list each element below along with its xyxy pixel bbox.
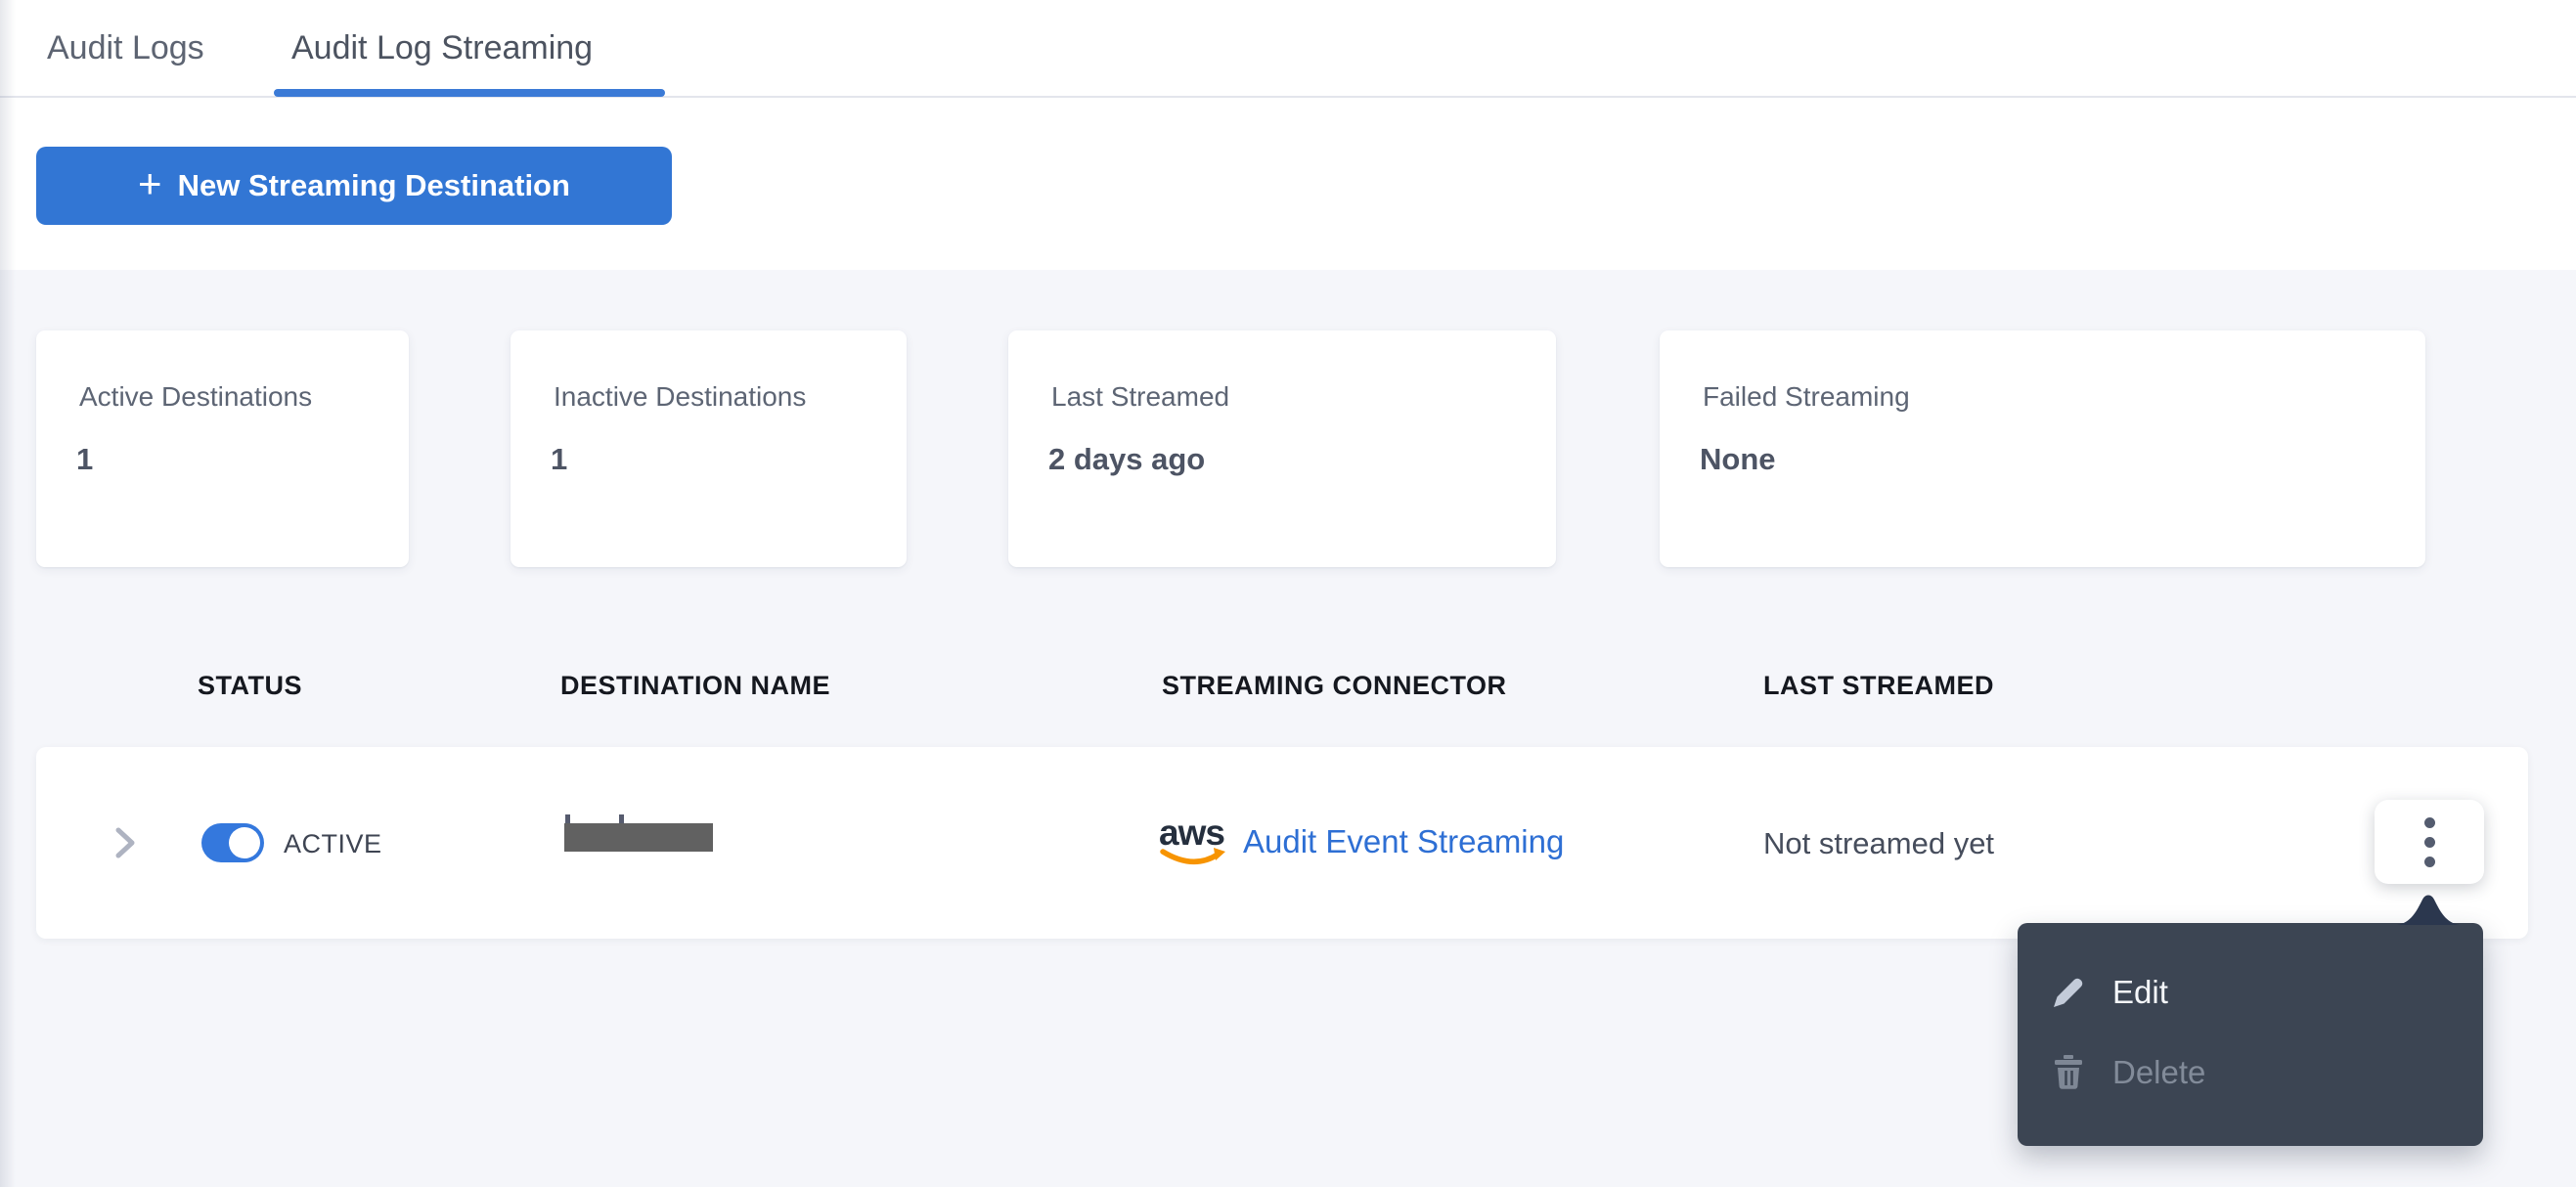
kebab-dot (2423, 836, 2435, 848)
stat-value: 2 days ago (1048, 442, 1206, 476)
menu-item-label: Delete (2112, 1054, 2206, 1090)
stat-value: None (1700, 442, 1776, 476)
status-badge: ACTIVE (284, 829, 382, 858)
tab-audit-log-streaming[interactable]: Audit Log Streaming (291, 0, 593, 96)
expand-row-chevron-icon[interactable] (112, 823, 138, 862)
stat-card-failed-streaming: Failed Streaming None (1660, 330, 2425, 567)
stat-value: 1 (76, 442, 94, 476)
new-streaming-destination-button[interactable]: + New Streaming Destination (36, 147, 672, 225)
tab-audit-logs[interactable]: Audit Logs (47, 0, 204, 96)
table-header: STATUS DESTINATION NAME STREAMING CONNEC… (0, 671, 2576, 704)
row-context-menu: Edit Delete (2018, 923, 2483, 1146)
trash-icon (2051, 1055, 2086, 1090)
aws-logo-icon: aws (1159, 815, 1225, 864)
stat-card-last-streamed: Last Streamed 2 days ago (1008, 330, 1556, 567)
column-header-last-streamed: LAST STREAMED (1763, 671, 1994, 700)
row-actions-kebab-button[interactable] (2375, 800, 2484, 884)
stat-card-inactive-destinations: Inactive Destinations 1 (511, 330, 907, 567)
menu-item-label: Edit (2112, 974, 2168, 1010)
audit-log-streaming-page: Audit Logs Audit Log Streaming + New Str… (0, 0, 2576, 1187)
column-header-destination-name: DESTINATION NAME (560, 671, 830, 700)
stat-label: Last Streamed (1051, 381, 1230, 412)
svg-text:aws: aws (1159, 815, 1224, 853)
tab-bar: Audit Logs Audit Log Streaming (0, 0, 2576, 98)
toggle-knob (229, 827, 260, 858)
new-streaming-destination-label: New Streaming Destination (177, 168, 570, 202)
context-menu-arrow (2397, 895, 2460, 925)
status-toggle[interactable] (201, 823, 264, 862)
stat-value: 1 (551, 442, 568, 476)
kebab-dot (2423, 856, 2435, 867)
active-tab-underline (274, 89, 665, 97)
stat-card-active-destinations: Active Destinations 1 (36, 330, 409, 567)
last-streamed-value: Not streamed yet (1763, 826, 1995, 860)
pencil-icon (2051, 975, 2086, 1010)
destination-name-redacted (564, 823, 713, 852)
kebab-dot (2423, 816, 2435, 828)
table-row: ACTIVE aws Audit Event Streaming Not str… (36, 747, 2528, 939)
stat-label: Inactive Destinations (554, 381, 807, 412)
column-header-status: STATUS (198, 671, 302, 700)
plus-icon: + (138, 160, 162, 206)
stat-label: Active Destinations (79, 381, 313, 412)
column-header-streaming-connector: STREAMING CONNECTOR (1162, 671, 1507, 700)
menu-item-edit[interactable]: Edit (2018, 952, 2483, 1033)
menu-item-delete[interactable]: Delete (2018, 1033, 2483, 1113)
stat-label: Failed Streaming (1703, 381, 1910, 412)
connector-link[interactable]: Audit Event Streaming (1243, 823, 1564, 860)
